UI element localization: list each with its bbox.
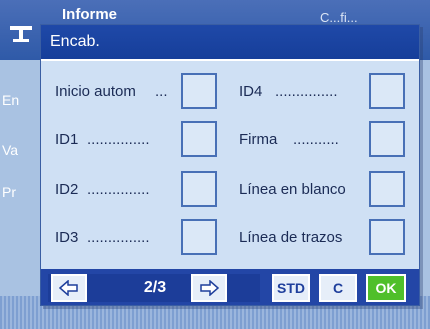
option-inicio-autom[interactable]: Inicio autom ... — [41, 73, 223, 111]
checkbox-linea-de-trazos[interactable] — [369, 219, 405, 255]
background-row-1: En — [2, 92, 20, 108]
option-label: Inicio autom — [55, 83, 136, 100]
checkbox-firma[interactable] — [369, 121, 405, 157]
scale-icon — [8, 22, 34, 44]
background-row-2: Va — [2, 142, 19, 158]
checkbox-id1[interactable] — [181, 121, 217, 157]
option-label: ID4 — [239, 83, 263, 100]
option-label: Firma — [239, 131, 278, 148]
option-firma[interactable]: Firma ........... — [227, 121, 413, 159]
checkbox-inicio-autom[interactable] — [181, 73, 217, 109]
arrow-right-icon — [200, 280, 219, 296]
option-id2[interactable]: ID2 ............... — [41, 171, 223, 209]
checkbox-id4[interactable] — [369, 73, 405, 109]
option-id1[interactable]: ID1 ............... — [41, 121, 223, 159]
std-button[interactable]: STD — [272, 274, 310, 302]
background-row-3: Pr — [2, 184, 16, 200]
previous-page-button[interactable] — [51, 274, 87, 302]
clear-button[interactable]: C — [319, 274, 357, 302]
option-dots: ........... — [293, 131, 339, 148]
option-dots: ............... — [87, 229, 150, 246]
checkbox-linea-en-blanco[interactable] — [369, 171, 405, 207]
background-header-right: C...fi... — [320, 10, 358, 25]
checkbox-id3[interactable] — [181, 219, 217, 255]
ok-button[interactable]: OK — [366, 274, 406, 302]
option-dots: ... — [155, 83, 168, 100]
dialog-title: Encab. — [50, 33, 100, 50]
option-dots: ............... — [87, 131, 150, 148]
option-linea-de-trazos[interactable]: Línea de trazos — [227, 219, 413, 257]
page-navigation: 2/3 — [48, 274, 260, 302]
dialog-body: Inicio autom ... ID1 ............... ID2… — [41, 59, 419, 271]
option-id4[interactable]: ID4 ............... — [227, 73, 413, 111]
background-title: Informe — [62, 6, 118, 23]
next-page-button[interactable] — [191, 274, 227, 302]
option-linea-en-blanco[interactable]: Línea en blanco — [227, 171, 413, 209]
option-dots: ............... — [87, 181, 150, 198]
option-label: ID3 — [55, 229, 79, 246]
option-id3[interactable]: ID3 ............... — [41, 219, 223, 257]
option-label: ID1 — [55, 131, 79, 148]
header-settings-dialog: Encab. Inicio autom ... ID1 ............… — [40, 24, 420, 306]
dialog-title-bar: Encab. — [41, 25, 419, 59]
option-label: ID2 — [55, 181, 79, 198]
arrow-left-icon — [59, 280, 78, 296]
dialog-footer: 2/3 STD C OK — [41, 269, 419, 305]
checkbox-id2[interactable] — [181, 171, 217, 207]
option-label: Línea en blanco — [239, 181, 346, 198]
option-label: Línea de trazos — [239, 229, 343, 246]
page-indicator: 2/3 — [143, 279, 167, 296]
option-dots: ............... — [275, 83, 338, 100]
